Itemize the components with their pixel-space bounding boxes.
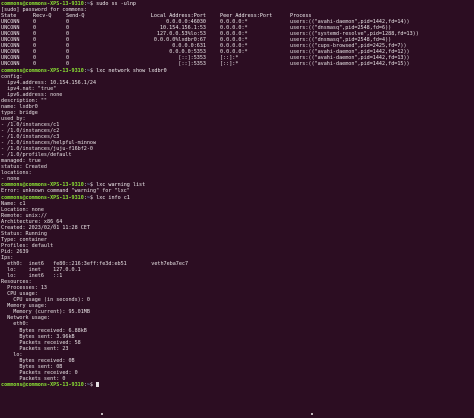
prompt-symbol: $	[89, 1, 94, 7]
active-command-line[interactable]: commons@commons-XPS-13-9310:~$	[1, 381, 474, 388]
command-text: lxc network show lxdbr0	[96, 67, 167, 74]
table-cell: [::]:*	[220, 61, 239, 68]
prompt-user: commons@commons-XPS-13-9310	[1, 194, 84, 201]
ss-table: State Recv-Q Send-Q Local Address:Port Peer …	[1, 13, 474, 67]
terminal-window[interactable]: commons@commons-XPS-13-9310:~$ sudo ss -…	[0, 0, 474, 418]
command-text: lxc info c1	[96, 194, 130, 201]
command-text: sudo ss -ulnp	[96, 1, 136, 7]
info-output: Name: c1 Location: none Remote: unix://Arc…	[1, 201, 474, 382]
dot-icon	[311, 413, 313, 415]
prompt-symbol: $	[89, 67, 94, 74]
prompt-user: commons@commons-XPS-13-9310	[1, 381, 84, 388]
dot-icon	[101, 413, 103, 415]
prompt-user: commons@commons-XPS-13-9310	[1, 67, 84, 74]
bottom-dock-indicator	[0, 411, 474, 418]
prompt-symbol: $	[89, 194, 94, 201]
network-output: config: ipv4.address: 10.154.156.1/24 ip…	[1, 74, 474, 183]
table-cell: users:(("avahi-daemon",pid=1442,fd=15))	[290, 61, 410, 68]
prompt-symbol: $	[89, 381, 94, 388]
text-cursor	[96, 381, 100, 387]
